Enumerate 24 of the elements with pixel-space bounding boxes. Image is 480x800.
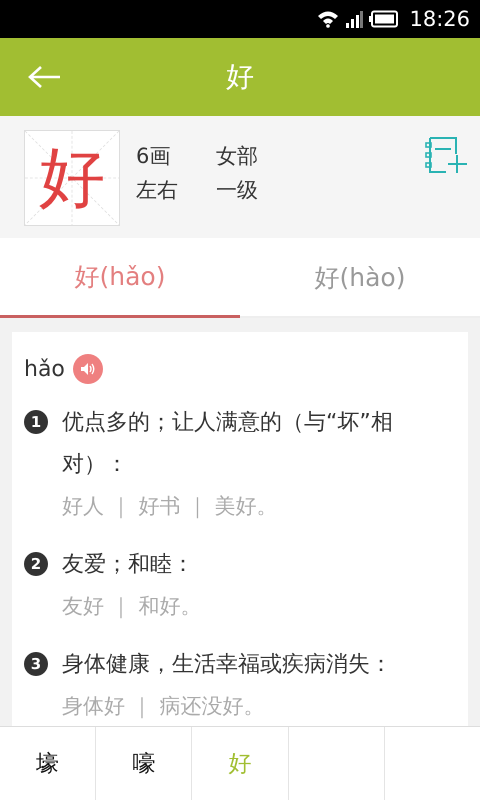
character-box: 好 [24, 130, 120, 226]
radical: 女部 [216, 143, 259, 170]
pinyin: hǎo [24, 356, 65, 382]
number-badge: 1 [24, 410, 48, 434]
definition-text: 优点多的；让人满意的（与“坏”相对）： [62, 409, 394, 479]
add-note-button[interactable] [424, 136, 468, 174]
definition-text: 身体健康，生活幸福或疾病消失： [62, 651, 393, 679]
example-words: 好人 ｜ 好书 ｜ 美好。 [62, 493, 279, 520]
back-arrow-icon [28, 65, 62, 89]
notebook-plus-icon [424, 136, 468, 174]
number-badge: 3 [24, 652, 48, 676]
battery-icon [369, 10, 400, 28]
level: 一级 [216, 177, 259, 204]
wifi-icon [317, 10, 340, 28]
signal-icon [345, 10, 364, 28]
example-words: 身体好 ｜ 病还没好。 [62, 693, 266, 720]
example-words: 友好 ｜ 和好。 [62, 593, 202, 620]
definition-text: 友爱；和睦： [62, 551, 195, 579]
structure: 左右 [136, 177, 179, 204]
stroke-count: 6画 [136, 143, 172, 170]
number-badge: 2 [24, 552, 48, 576]
speaker-button[interactable] [72, 354, 103, 384]
screen-title: 好 [226, 59, 254, 95]
clock: 18:26 [409, 7, 470, 31]
